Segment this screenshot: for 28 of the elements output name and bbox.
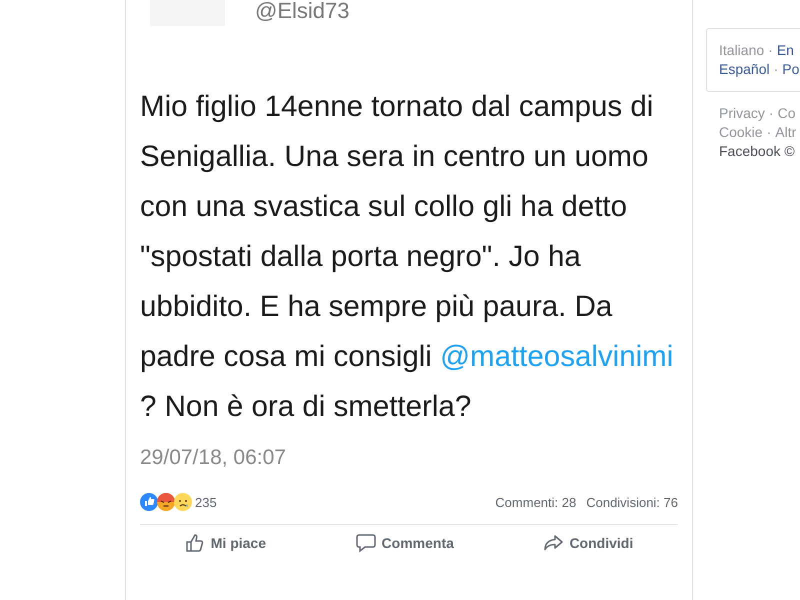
footer-link[interactable]: Privacy — [719, 105, 765, 121]
reaction-count[interactable]: 235 — [195, 494, 217, 510]
language-link[interactable]: En — [776, 42, 794, 58]
language-link[interactable]: Po — [782, 61, 800, 77]
shares-count[interactable]: Condivisioni: 76 — [586, 494, 678, 510]
footer-link[interactable]: Cookie — [719, 124, 763, 140]
like-button[interactable]: Mi piace — [174, 525, 276, 561]
tweet-date: 29/07/18, 06:07 — [140, 446, 287, 470]
thumbs-up-icon — [184, 533, 205, 553]
footer-link[interactable]: Co — [778, 105, 796, 121]
tweet-handle: @Elsid73 — [255, 0, 350, 24]
separator: · — [768, 105, 774, 121]
share-arrow-icon — [543, 533, 564, 553]
share-button[interactable]: Condividi — [533, 525, 644, 561]
tweet-text: Mio figlio 14enne tornato dal campus di Senigallia. Una sera in centro un uomo con una svastica sul collo gli ha detto "spostati dalla porta negro". Jo ha ubbidito. E ha sempre più paura. Da padre cosa mi consigli @matteosalvinimi ? Non è ora di smetterla? — [140, 89, 674, 425]
separator: · — [768, 42, 773, 58]
separator: · — [774, 61, 778, 77]
like-reaction-icon — [140, 493, 158, 511]
comments-count[interactable]: Commenti: 28 — [495, 494, 576, 510]
current-language: Italiano — [719, 42, 764, 58]
copyright-text: Facebook © — [719, 142, 796, 161]
footer-link[interactable]: Altr — [775, 124, 796, 140]
language-link[interactable]: Español — [719, 61, 770, 77]
angry-reaction-icon — [157, 493, 175, 511]
separator: · — [766, 124, 772, 140]
speech-bubble-icon — [356, 533, 376, 553]
sad-reaction-icon — [174, 493, 192, 511]
comment-button[interactable]: Commenta — [346, 525, 464, 561]
